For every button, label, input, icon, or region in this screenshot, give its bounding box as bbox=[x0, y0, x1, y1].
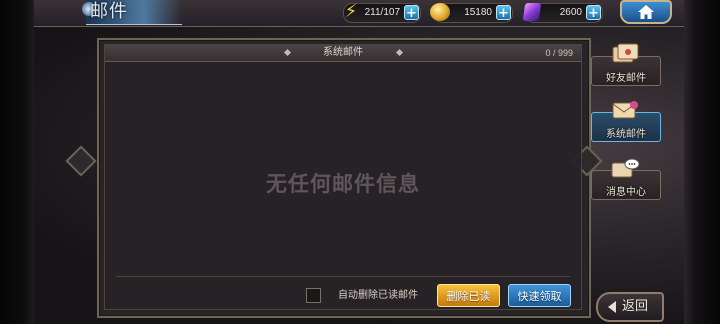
footer-divider bbox=[116, 276, 570, 277]
quick-claim-button[interactable]: 快速领取 bbox=[508, 284, 571, 307]
gold-value: 15180 bbox=[464, 7, 492, 18]
gem-counter: 2600 + bbox=[522, 3, 603, 23]
home-button[interactable] bbox=[620, 0, 672, 24]
tab-friend-mail[interactable]: 好友邮件 bbox=[591, 43, 661, 86]
add-gem-button[interactable]: + bbox=[586, 5, 601, 21]
tab-message-center[interactable]: 消息中心 bbox=[591, 158, 661, 200]
add-energy-button[interactable]: + bbox=[404, 5, 419, 21]
add-gold-button[interactable]: + bbox=[496, 5, 511, 21]
auto-delete-label: 自动删除已读邮件 bbox=[338, 290, 418, 301]
tab-message-center-label: 消息中心 bbox=[606, 187, 646, 198]
back-button[interactable]: 返回 bbox=[596, 292, 664, 322]
home-icon bbox=[638, 5, 654, 19]
page-title: 邮件 bbox=[90, 1, 128, 22]
gold-counter: 15180 + bbox=[430, 3, 513, 23]
left-border bbox=[0, 0, 34, 324]
auto-delete-checkbox[interactable] bbox=[306, 288, 321, 303]
lightning-icon: ⚡ bbox=[344, 1, 358, 22]
back-arrow-icon bbox=[608, 301, 616, 313]
empty-mail-message: 无任何邮件信息 bbox=[266, 172, 420, 196]
gem-value: 2600 bbox=[559, 7, 582, 18]
panel-title: 系统邮件 bbox=[323, 47, 363, 58]
delete-read-button[interactable]: 删除已读 bbox=[437, 284, 500, 307]
gem-crystal-icon bbox=[522, 3, 542, 21]
envelope-ribbon-icon bbox=[612, 101, 638, 119]
speech-bubble-icon bbox=[611, 158, 640, 178]
mail-count: 0 / 999 bbox=[545, 48, 573, 58]
back-label: 返回 bbox=[622, 299, 649, 314]
letters-icon bbox=[612, 43, 639, 63]
energy-counter: ⚡ 211/107 + bbox=[343, 1, 421, 23]
panel-header: 系统邮件 0 / 999 bbox=[105, 45, 581, 62]
tab-system-mail[interactable]: 系统邮件 bbox=[591, 101, 661, 142]
tab-friend-label: 好友邮件 bbox=[606, 73, 646, 84]
gold-coin-icon bbox=[430, 3, 450, 21]
tab-system-label: 系统邮件 bbox=[606, 129, 646, 140]
mail-screen: 邮件 ⚡ 211/107 + 15180 + 2600 + 系统邮件 0 / 9… bbox=[0, 0, 720, 324]
right-border bbox=[684, 0, 720, 324]
corner-ornament-left bbox=[65, 145, 97, 177]
energy-value: 211/107 bbox=[364, 7, 400, 18]
